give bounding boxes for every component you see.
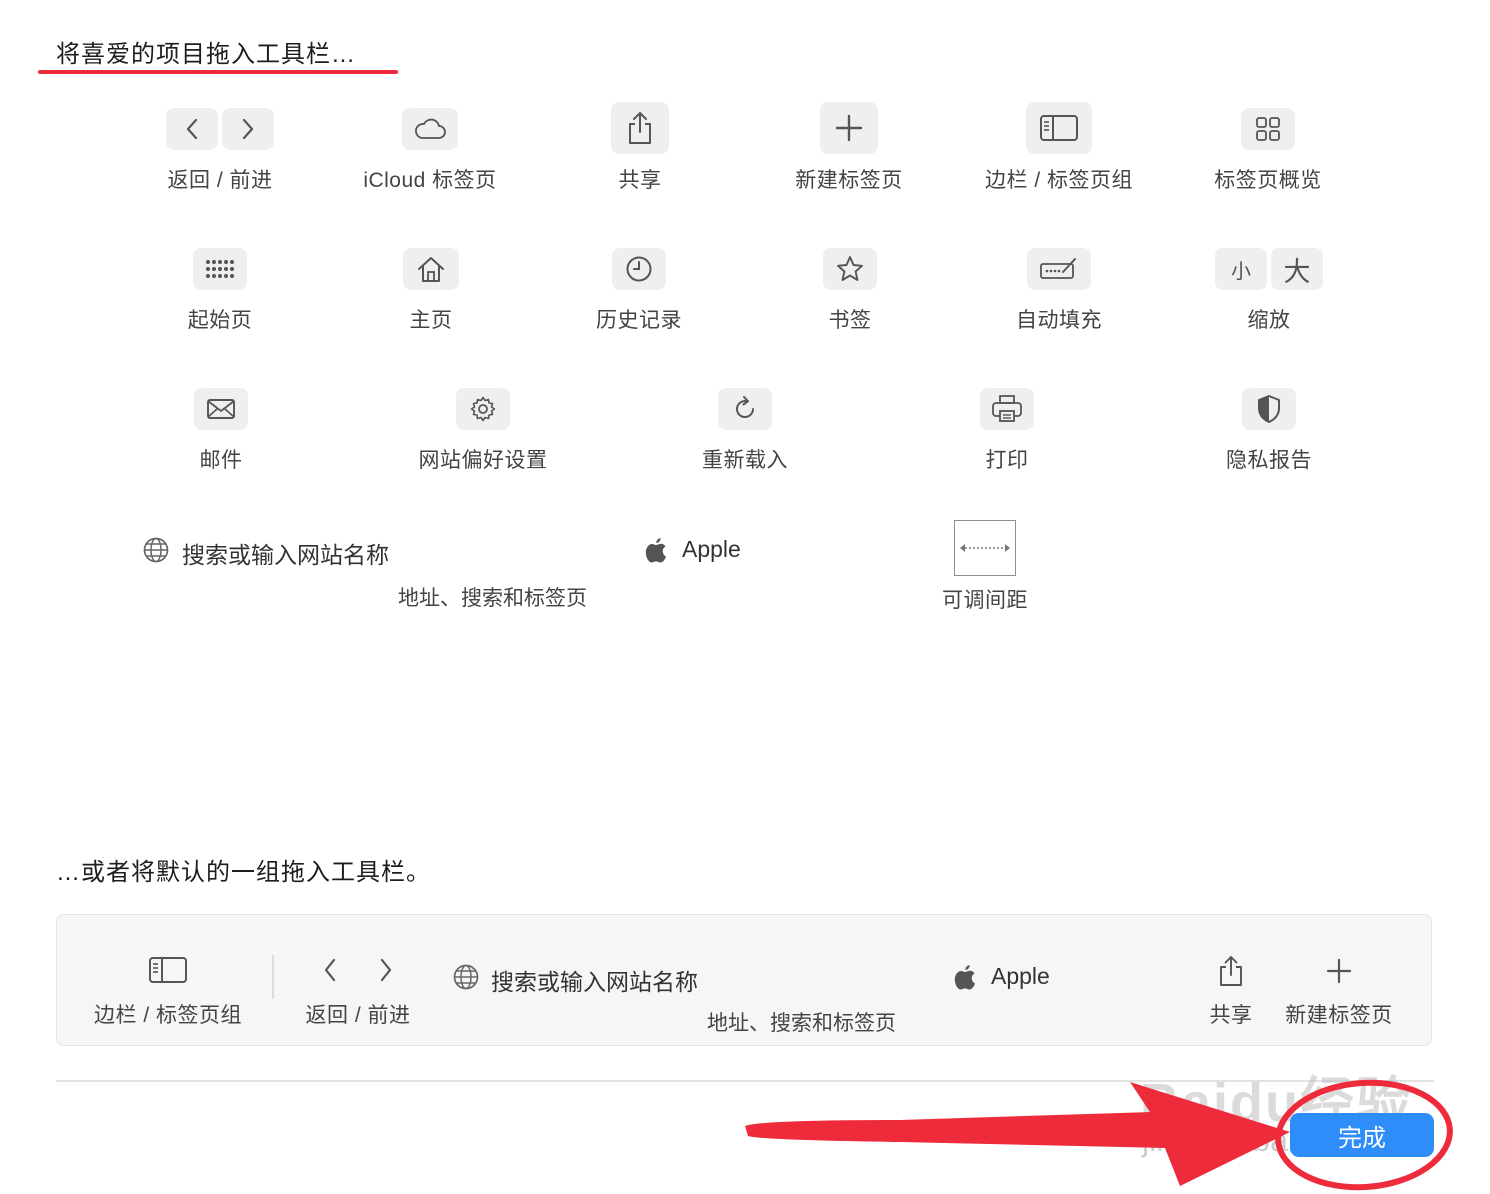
- zoom-in-button: 大: [1271, 248, 1323, 290]
- item-label: 返回 / 前进: [305, 1004, 411, 1027]
- zoom-small-label: 小: [1231, 260, 1251, 283]
- forward-icon: [222, 108, 274, 150]
- item-label: 可调间距: [942, 589, 1028, 612]
- item-label: 网站偏好设置: [418, 449, 548, 472]
- shield-icon: [1242, 388, 1296, 430]
- toolbar-item-bookmarks[interactable]: 书签: [822, 248, 878, 334]
- item-label: 新建标签页: [1285, 1004, 1393, 1027]
- toolbar-item-zoom[interactable]: 小 大 缩放: [1214, 248, 1324, 334]
- address-site: Apple: [682, 536, 741, 562]
- star-icon: [823, 248, 877, 290]
- envelope-icon: [194, 388, 248, 430]
- forward-icon: [380, 958, 392, 982]
- globe-icon: [143, 537, 169, 563]
- toolbar-item-reload[interactable]: 重新载入: [700, 388, 790, 474]
- separator: [272, 955, 274, 999]
- printer-icon: [980, 388, 1034, 430]
- item-label: 邮件: [199, 449, 243, 472]
- cloud-icon: [402, 108, 458, 150]
- item-label: 缩放: [1247, 309, 1291, 332]
- item-label: 历史记录: [596, 309, 682, 332]
- item-label: 地址、搜索和标签页: [398, 587, 587, 610]
- share-icon: [611, 102, 669, 154]
- item-label: 标签页概览: [1214, 169, 1322, 192]
- back-icon: [324, 958, 336, 982]
- toolbar-item-start-page[interactable]: 起始页: [186, 248, 254, 334]
- default-item-new-tab: 新建标签页: [1283, 955, 1395, 1029]
- start-page-grid-icon: [193, 248, 247, 290]
- default-item-share: 共享: [1207, 955, 1255, 1029]
- globe-icon: [453, 964, 479, 990]
- default-item-sidebar: 边栏 / 标签页组: [93, 955, 243, 1029]
- plus-icon: [1326, 958, 1352, 984]
- grid-icon: [1241, 108, 1295, 150]
- item-label: 共享: [1209, 1004, 1253, 1027]
- toolbar-item-flexible-space[interactable]: 可调间距: [940, 520, 1030, 614]
- item-label: 边栏 / 标签页组: [93, 1004, 242, 1027]
- item-label: 重新载入: [702, 449, 788, 472]
- flexible-space-icon: [954, 520, 1016, 576]
- done-button[interactable]: 完成: [1290, 1113, 1434, 1157]
- clock-icon: [612, 248, 666, 290]
- toolbar-item-new-tab[interactable]: 新建标签页: [793, 102, 905, 194]
- plus-icon: [820, 102, 878, 154]
- toolbar-item-history[interactable]: 历史记录: [594, 248, 684, 334]
- item-label: 共享: [618, 169, 662, 192]
- apple-icon: [954, 965, 975, 990]
- item-label: 新建标签页: [795, 169, 903, 192]
- share-icon: [1220, 956, 1242, 986]
- address-placeholder: 搜索或输入网站名称: [182, 542, 389, 568]
- sidebar-icon: [149, 957, 187, 983]
- toolbar-item-tab-overview[interactable]: 标签页概览: [1212, 108, 1324, 194]
- palette-title: 将喜爱的项目拖入工具栏…: [56, 41, 356, 68]
- toolbar-item-home[interactable]: 主页: [403, 248, 459, 334]
- sidebar-icon: [1026, 102, 1092, 154]
- toolbar-item-back-forward[interactable]: 返回 / 前进: [166, 108, 274, 194]
- default-item-back-forward: 返回 / 前进: [303, 955, 413, 1029]
- toolbar-item-autofill[interactable]: 自动填充: [1014, 248, 1104, 334]
- item-label: 书签: [828, 309, 872, 332]
- toolbar-item-address[interactable]: 搜索或输入网站名称 Apple 地址、搜索和标签页: [142, 530, 762, 620]
- item-label: 返回 / 前进: [167, 169, 273, 192]
- item-label: 打印: [985, 449, 1029, 472]
- toolbar-item-sidebar[interactable]: 边栏 / 标签页组: [985, 102, 1133, 194]
- item-label: 边栏 / 标签页组: [985, 169, 1134, 192]
- address-placeholder: 搜索或输入网站名称: [491, 969, 698, 995]
- toolbar-item-share[interactable]: 共享: [610, 102, 670, 194]
- home-icon: [403, 248, 459, 290]
- gear-icon: [456, 388, 510, 430]
- zoom-out-button: 小: [1215, 248, 1267, 290]
- item-label: 主页: [409, 309, 453, 332]
- toolbar-item-icloud-tabs[interactable]: iCloud 标签页: [362, 108, 498, 194]
- item-label: 隐私报告: [1226, 449, 1312, 472]
- autofill-icon: [1027, 248, 1091, 290]
- address-site: Apple: [991, 963, 1050, 989]
- apple-icon: [645, 538, 666, 563]
- annotation-underline: [38, 70, 398, 74]
- toolbar-item-privacy-report[interactable]: 隐私报告: [1224, 388, 1314, 474]
- default-toolbar-set[interactable]: 边栏 / 标签页组 返回 / 前进 搜索或输入网站名称 Apple 地址、搜索和…: [56, 914, 1432, 1046]
- item-label: iCloud 标签页: [363, 169, 497, 192]
- address-label: 地址、搜索和标签页: [707, 1012, 896, 1035]
- item-label: 自动填充: [1016, 309, 1102, 332]
- toolbar-item-mail[interactable]: 邮件: [193, 388, 249, 474]
- zoom-large-label: 大: [1283, 256, 1311, 287]
- reload-icon: [718, 388, 772, 430]
- item-label: 起始页: [187, 309, 253, 332]
- toolbar-item-site-settings[interactable]: 网站偏好设置: [416, 388, 550, 474]
- default-set-title: …或者将默认的一组拖入工具栏。: [56, 859, 431, 886]
- toolbar-item-print[interactable]: 打印: [979, 388, 1035, 474]
- back-icon: [166, 108, 218, 150]
